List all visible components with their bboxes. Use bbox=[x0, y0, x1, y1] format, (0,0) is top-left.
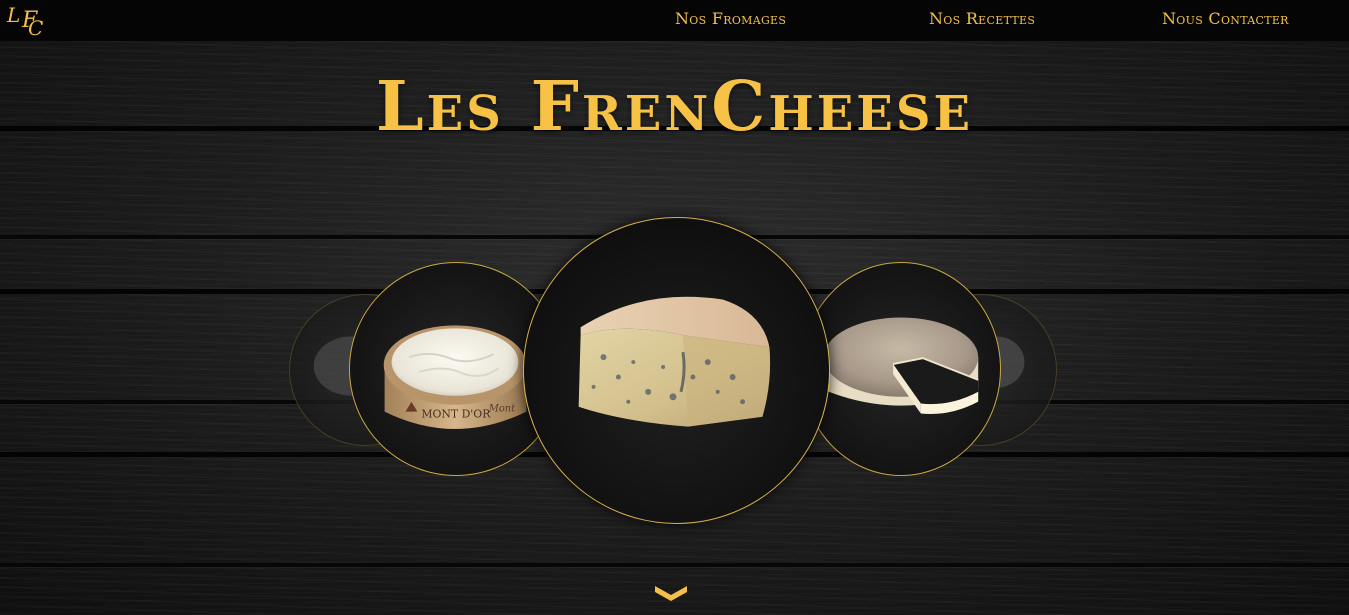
nav-link-fromages[interactable]: Nos Fromages bbox=[675, 9, 786, 28]
mont-d-or-label: MONT D'OR bbox=[421, 408, 491, 421]
hero-title: Les FrenCheese bbox=[375, 67, 974, 147]
nav-link-contacter[interactable]: Nous Contacter bbox=[1162, 9, 1289, 28]
nav-link-recettes[interactable]: Nos Recettes bbox=[929, 9, 1035, 28]
blue-cheese-image bbox=[578, 296, 771, 427]
carousel-slide-soft-rind-cheese[interactable] bbox=[801, 262, 1001, 476]
wood-plank-divider bbox=[0, 563, 1349, 567]
site-logo[interactable]: L F C bbox=[6, 2, 46, 40]
cheese-carousel: MONT D'OR Mont bbox=[0, 200, 1349, 540]
soft-rind-cheese-image bbox=[823, 317, 979, 415]
scroll-down-chevron-icon[interactable] bbox=[653, 583, 689, 603]
page: L F C Nos Fromages Nos Recettes Nous Con… bbox=[0, 0, 1349, 615]
top-navbar: L F C Nos Fromages Nos Recettes Nous Con… bbox=[0, 0, 1349, 41]
carousel-slide-blue-cheese-active[interactable] bbox=[523, 217, 830, 524]
svg-text:Mont: Mont bbox=[488, 404, 515, 415]
chevron-down-icon bbox=[655, 586, 687, 601]
